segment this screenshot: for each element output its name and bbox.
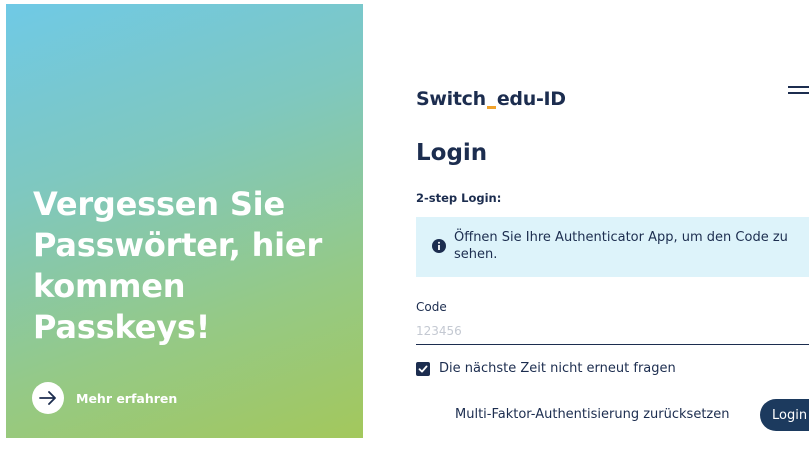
- promo-heading: Vergessen Sie Passwörter, hier kommen Pa…: [33, 185, 323, 346]
- checkmark-icon: [418, 365, 428, 372]
- remember-label: Die nächste Zeit nicht erneut fragen: [439, 361, 676, 376]
- login-button[interactable]: Login: [760, 399, 809, 431]
- info-text: Öffnen Sie Ihre Authenticator App, um de…: [454, 230, 788, 262]
- arrow-right-icon: [32, 382, 64, 414]
- more-info-link[interactable]: Mehr erfahren: [32, 382, 177, 414]
- info-box: Öffnen Sie Ihre Authenticator App, um de…: [416, 217, 809, 277]
- switch-edu-id-logo[interactable]: Switch edu-ID: [416, 80, 566, 110]
- logo-accent-underscore: [486, 106, 496, 109]
- remember-checkbox-row[interactable]: Die nächste Zeit nicht erneut fragen: [416, 361, 676, 376]
- code-label: Code: [416, 300, 447, 314]
- promo-panel: Vergessen Sie Passwörter, hier kommen Pa…: [6, 4, 363, 438]
- page: Vergessen Sie Passwörter, hier kommen Pa…: [0, 0, 809, 465]
- more-info-label: Mehr erfahren: [76, 390, 178, 406]
- code-input[interactable]: [416, 318, 809, 345]
- reset-mfa-link[interactable]: Multi-Faktor-Authentisierung zurücksetze…: [455, 407, 729, 422]
- info-icon: [432, 239, 446, 253]
- menu-bar-top: [788, 86, 809, 88]
- step-label: 2-step Login:: [416, 191, 502, 205]
- remember-checkbox[interactable]: [416, 361, 430, 376]
- menu-bar-bottom: [788, 92, 809, 94]
- logo-word-edu-id: edu-ID: [496, 88, 566, 110]
- page-title: Login: [416, 140, 488, 166]
- hamburger-menu-icon[interactable]: [788, 86, 809, 100]
- logo-word-switch: Switch: [416, 88, 486, 110]
